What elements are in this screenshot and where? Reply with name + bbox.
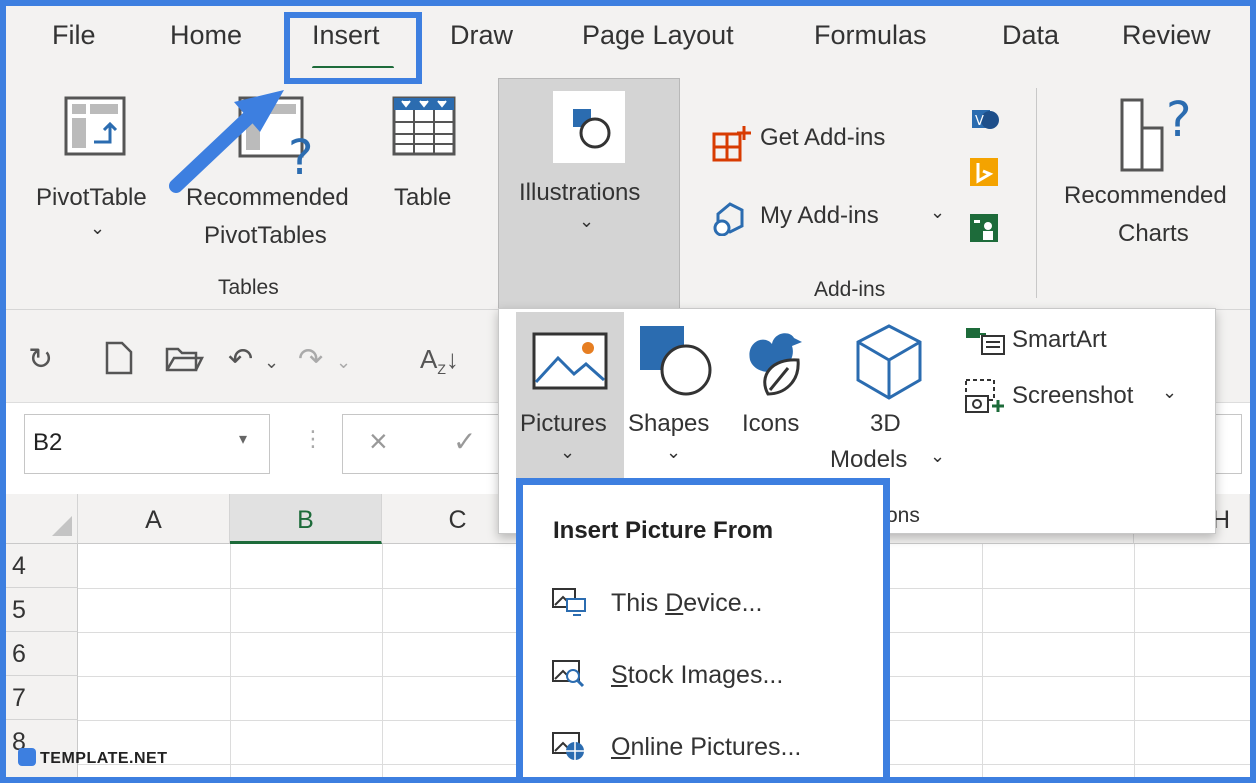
stock-images-icon [552, 660, 585, 688]
insert-tab-highlight [284, 12, 422, 84]
stock-images-label: Stock Images... [611, 661, 784, 689]
online-pictures-icon [552, 732, 584, 760]
autosave-icon[interactable]: ↻ [28, 342, 53, 377]
recommended-charts-button[interactable]: Recommended [1064, 182, 1227, 210]
shapes-button[interactable]: Shapes [628, 410, 709, 438]
column-header-b[interactable]: B [230, 494, 382, 544]
this-device-icon [552, 588, 586, 616]
smartart-button[interactable]: SmartArt [1012, 326, 1107, 354]
table-icon [392, 96, 456, 156]
app-frame: File Home Insert Draw Page Layout Formul… [0, 0, 1256, 783]
illustrations-button[interactable]: Illustrations ⌄ [498, 78, 680, 310]
my-addins-chevron-icon[interactable]: ⌄ [930, 202, 945, 223]
tab-home[interactable]: Home [170, 20, 242, 51]
group-separator [1036, 88, 1037, 298]
online-pictures-label: Online Pictures... [611, 733, 802, 761]
name-box[interactable]: B2 ▾ [24, 414, 270, 474]
row-header-4[interactable]: 4 [6, 544, 78, 588]
pictures-chevron-icon: ⌄ [560, 442, 576, 462]
watermark-logo-icon [18, 748, 36, 766]
tab-data[interactable]: Data [1002, 20, 1059, 51]
menu-item-stock-images[interactable]: Stock Images... [541, 651, 871, 703]
pictures-label: Pictures [520, 410, 607, 437]
tab-page-layout[interactable]: Page Layout [582, 20, 734, 51]
screenshot-button[interactable]: Screenshot [1012, 382, 1133, 410]
menu-item-online-pictures[interactable]: Online Pictures... [541, 723, 871, 775]
3d-models-label-2: Models [830, 446, 908, 473]
smartart-icon [966, 328, 1005, 355]
tab-file[interactable]: File [52, 20, 96, 51]
formula-bar-grip-icon: ⋮ [302, 426, 324, 451]
people-graph-addin-icon[interactable] [970, 214, 998, 242]
tab-review[interactable]: Review [1122, 20, 1211, 51]
recommended-charts-label-2: Charts [1118, 220, 1189, 247]
row-header-7[interactable]: 7 [6, 676, 78, 720]
this-device-label: This Device... [611, 589, 763, 617]
pictures-button[interactable]: Pictures ⌄ [516, 312, 624, 478]
grid-line [982, 544, 983, 777]
recommended-charts-icon: ? [1120, 92, 1191, 172]
bing-addin-icon[interactable] [970, 158, 998, 186]
tab-draw[interactable]: Draw [450, 20, 513, 51]
svg-text:V: V [975, 114, 984, 129]
watermark-text: TEMPLATE.NET [40, 750, 168, 767]
icons-button[interactable]: Icons [742, 410, 799, 438]
select-all-corner[interactable] [6, 494, 78, 544]
pointer-arrow-icon [169, 90, 284, 193]
shapes-icon [640, 326, 712, 396]
enter-icon[interactable]: ✓ [453, 425, 476, 458]
grid-line [230, 544, 231, 777]
grid-line [382, 544, 383, 777]
recommended-pivottables-label-2: PivotTables [204, 222, 327, 249]
table-button[interactable]: Table [394, 184, 451, 212]
illustrations-chevron-icon: ⌄ [579, 211, 595, 231]
undo-icon[interactable]: ↶ [228, 342, 253, 377]
watermark: TEMPLATE.NET [18, 748, 167, 768]
insert-picture-menu: Insert Picture From This Device... Stock… [516, 478, 890, 777]
icons-icon [749, 333, 802, 396]
sort-ascending-icon[interactable]: AZ↓ [420, 344, 459, 377]
group-label-addins: Add-ins [814, 278, 886, 301]
get-addins-icon [712, 126, 751, 162]
ribbon-tabs: File Home Insert Draw Page Layout Formul… [6, 6, 1250, 68]
pivottable-icon [64, 96, 126, 156]
visio-addin-icon[interactable]: V [970, 104, 1000, 134]
new-file-icon[interactable] [104, 340, 134, 376]
pivottable-button[interactable]: PivotTable [36, 184, 147, 212]
tab-formulas[interactable]: Formulas [814, 20, 927, 51]
illustrations-icon [553, 91, 625, 163]
column-header-a[interactable]: A [78, 494, 230, 544]
name-box-chevron-icon[interactable]: ▾ [239, 429, 247, 449]
illustrations-label: Illustrations [519, 179, 641, 206]
get-addins-button[interactable]: Get Add-ins [760, 124, 885, 152]
shapes-chevron-icon[interactable]: ⌄ [666, 442, 681, 463]
insert-picture-heading: Insert Picture From [553, 517, 774, 544]
my-addins-button[interactable]: My Add-ins [760, 202, 879, 230]
name-box-value: B2 [33, 429, 63, 456]
undo-chevron-icon[interactable]: ⌄ [264, 352, 279, 373]
group-label-tables: Tables [218, 276, 279, 299]
row-header-5[interactable]: 5 [6, 588, 78, 632]
menu-item-this-device[interactable]: This Device... [541, 579, 871, 631]
3d-models-button[interactable]: 3D [870, 410, 901, 438]
my-addins-icon [713, 202, 744, 236]
select-all-triangle-icon [52, 516, 72, 536]
grid-line [1134, 544, 1135, 777]
open-folder-icon[interactable] [164, 344, 204, 374]
cancel-icon[interactable]: × [369, 423, 388, 460]
pivottable-chevron-icon[interactable]: ⌄ [90, 218, 105, 239]
screenshot-icon [965, 379, 1004, 413]
redo-icon[interactable]: ↷ [298, 342, 323, 377]
row-header-6[interactable]: 6 [6, 632, 78, 676]
svg-text:?: ? [1166, 92, 1191, 148]
pictures-icon [532, 332, 608, 390]
3d-models-chevron-icon[interactable]: ⌄ [930, 446, 945, 467]
3d-models-icon [856, 324, 922, 400]
redo-chevron-icon[interactable]: ⌄ [336, 352, 351, 373]
screenshot-chevron-icon[interactable]: ⌄ [1162, 382, 1177, 403]
group-label-illustrations: ons [886, 504, 920, 527]
